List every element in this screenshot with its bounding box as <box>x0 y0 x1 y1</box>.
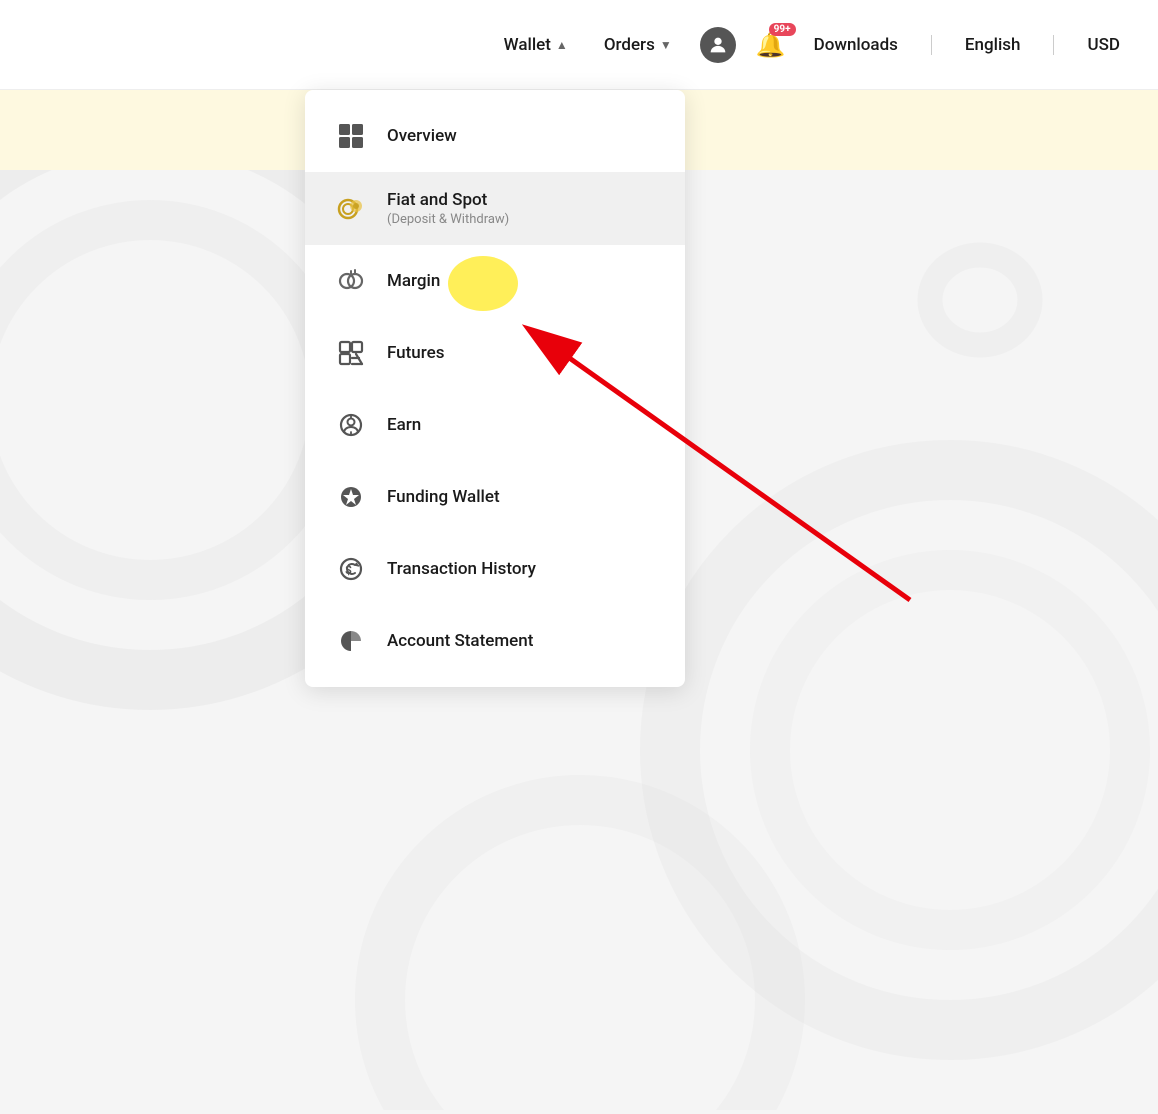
language-nav-item[interactable]: English <box>957 30 1029 60</box>
futures-label: Futures <box>387 343 444 363</box>
wallet-arrow-icon: ▲ <box>556 38 568 52</box>
margin-label: Margin <box>387 271 440 291</box>
notifications-bell[interactable]: 🔔 99+ <box>756 31 786 59</box>
notification-badge: 99+ <box>769 23 796 36</box>
user-avatar[interactable] <box>700 27 736 63</box>
overview-label: Overview <box>387 126 457 146</box>
wallet-dropdown-menu: Overview Fiat and Spot (Deposit & Withdr… <box>305 90 685 687</box>
funding-wallet-text-group: Funding Wallet <box>387 487 500 507</box>
nav-divider <box>931 35 932 55</box>
funding-wallet-icon <box>333 479 369 515</box>
dropdown-item-transaction-history[interactable]: $ Transaction History <box>305 533 685 605</box>
orders-label: Orders <box>604 35 655 55</box>
earn-label: Earn <box>387 415 421 435</box>
dropdown-item-futures[interactable]: Futures <box>305 317 685 389</box>
funding-wallet-label: Funding Wallet <box>387 487 500 507</box>
orders-nav-item[interactable]: Orders ▼ <box>596 30 680 60</box>
downloads-nav-item[interactable]: Downloads <box>806 30 906 60</box>
transaction-history-icon: $ <box>333 551 369 587</box>
earn-icon <box>333 407 369 443</box>
futures-text-group: Futures <box>387 343 444 363</box>
margin-icon <box>333 263 369 299</box>
fiat-spot-text-group: Fiat and Spot (Deposit & Withdraw) <box>387 190 509 227</box>
currency-nav-item[interactable]: USD <box>1079 30 1128 60</box>
dropdown-item-fiat-spot[interactable]: Fiat and Spot (Deposit & Withdraw) <box>305 172 685 245</box>
dropdown-item-margin[interactable]: Margin <box>305 245 685 317</box>
transaction-history-text-group: Transaction History <box>387 559 536 579</box>
margin-text-group: Margin <box>387 271 440 291</box>
wallet-nav-item[interactable]: Wallet ▲ <box>496 30 576 60</box>
dropdown-item-account-statement[interactable]: Account Statement <box>305 605 685 677</box>
account-statement-icon <box>333 623 369 659</box>
dropdown-item-funding-wallet[interactable]: Funding Wallet <box>305 461 685 533</box>
dropdown-item-earn[interactable]: Earn <box>305 389 685 461</box>
account-statement-label: Account Statement <box>387 631 533 651</box>
overview-icon <box>333 118 369 154</box>
futures-icon <box>333 335 369 371</box>
fiat-spot-icon <box>333 191 369 227</box>
nav-divider-2 <box>1053 35 1054 55</box>
account-statement-text-group: Account Statement <box>387 631 533 651</box>
navbar: Wallet ▲ Orders ▼ 🔔 99+ Downloads Englis… <box>0 0 1158 90</box>
dropdown-item-overview[interactable]: Overview <box>305 100 685 172</box>
orders-arrow-icon: ▼ <box>660 38 672 52</box>
overview-text-group: Overview <box>387 126 457 146</box>
transaction-history-label: Transaction History <box>387 559 536 579</box>
fiat-spot-label: Fiat and Spot <box>387 190 509 210</box>
fiat-spot-sublabel: (Deposit & Withdraw) <box>387 212 509 227</box>
earn-text-group: Earn <box>387 415 421 435</box>
wallet-label: Wallet <box>504 35 551 55</box>
